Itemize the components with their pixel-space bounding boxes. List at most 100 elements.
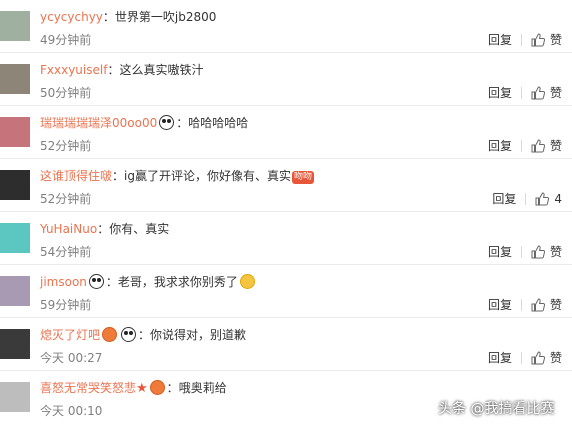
like-button[interactable]: 赞	[531, 31, 562, 48]
avatar[interactable]	[0, 64, 30, 94]
comment-actions: 回复 赞	[488, 31, 562, 48]
comment-user[interactable]: 熄灭了灯吧	[40, 328, 100, 342]
kiss-sticker-icon: 吻吻	[291, 171, 314, 184]
avatar[interactable]	[0, 382, 30, 412]
reply-button[interactable]: 回复	[488, 349, 512, 366]
comment-text: 熄灭了灯吧 ：你说得对，别道歉	[40, 327, 246, 343]
avatar[interactable]	[0, 329, 30, 359]
comment-actions: 回复 赞	[488, 243, 562, 260]
like-count: 赞	[549, 86, 562, 100]
action-divider	[525, 192, 527, 205]
reply-button[interactable]: 回复	[488, 296, 512, 313]
reply-button[interactable]: 回复	[488, 137, 512, 154]
reply-button[interactable]: 回复	[488, 31, 512, 48]
sweat-smile-emoji-icon	[239, 274, 255, 289]
like-button[interactable]: 赞	[531, 84, 562, 101]
comment-user[interactable]: 喜怒无常哭笑怒悲	[40, 381, 136, 395]
comment-content: 老哥，我求求你别秀了	[117, 275, 238, 289]
star-badge-icon: ★	[136, 381, 148, 396]
comment-actions: 回复 4	[492, 190, 562, 207]
like-count: 赞	[549, 245, 562, 259]
action-divider	[520, 139, 522, 152]
comment-time: 52分钟前	[40, 139, 92, 153]
watermark: 头条 @我搞看比赛	[438, 401, 555, 417]
reply-button[interactable]: 回复	[488, 243, 512, 260]
comment-text: ycycychyy：世界第一吹jb2800	[40, 9, 216, 25]
colon: ：	[176, 116, 189, 130]
comment-text: 喜怒无常哭笑怒悲★ ：哦奥莉给	[40, 380, 227, 397]
comment-time: 50分钟前	[40, 86, 92, 100]
thumbs-up-icon	[535, 191, 550, 205]
comment-item: jimsoon ：老哥，我求求你别秀了 59分钟前 回复 赞	[0, 265, 572, 318]
comment-text: Fxxxyuiself：这么真实嗷铁汁	[40, 62, 203, 78]
comment-content: 你说得对，别道歉	[150, 328, 247, 342]
like-count: 赞	[549, 33, 562, 47]
comment-actions: 回复 赞	[488, 84, 562, 101]
like-button[interactable]: 赞	[531, 243, 562, 260]
action-divider	[520, 86, 522, 99]
like-count: 4	[554, 191, 562, 206]
thumbs-up-icon	[531, 244, 545, 258]
panda-emoji-icon	[121, 327, 137, 342]
colon: ：	[102, 10, 115, 24]
comment-user[interactable]: 这谁顶得住啵	[40, 169, 112, 183]
panda-emoji-icon	[159, 115, 175, 130]
comment-user[interactable]: ycycychyy	[40, 10, 103, 24]
comment-time: 今天 00:27	[40, 351, 103, 365]
thumbs-up-icon	[531, 32, 545, 46]
action-divider	[520, 298, 522, 311]
comment-user[interactable]: 瑞瑞瑞瑞瑞泽00oo00	[40, 116, 157, 130]
avatar[interactable]	[0, 276, 30, 306]
like-button[interactable]: 4	[535, 192, 562, 206]
thumbs-up-icon	[531, 85, 545, 99]
comment-item: YuHaiNuo：你有、真实 54分钟前 回复 赞	[0, 212, 572, 265]
comment-user[interactable]: jimsoon	[40, 275, 87, 289]
comment-content: 这么真实嗷铁汁	[119, 63, 204, 77]
comment-item: 这谁顶得住啵：ig赢了开评论，你好像有、真实 吻吻 52分钟前 回复 4	[0, 159, 572, 212]
like-count: 赞	[549, 298, 562, 312]
comment-actions: 回复 赞	[488, 349, 562, 366]
comment-list: ycycychyy：世界第一吹jb2800 49分钟前 回复 赞 Fxxxyui…	[0, 0, 572, 424]
colon: ：	[112, 169, 125, 183]
comment-item: 熄灭了灯吧 ：你说得对，别道歉 今天 00:27 回复 赞	[0, 318, 572, 371]
colon: ：	[138, 328, 151, 342]
comment-text: 这谁顶得住啵：ig赢了开评论，你好像有、真实 吻吻	[40, 168, 314, 184]
reply-button[interactable]: 回复	[492, 190, 516, 207]
like-count: 赞	[549, 139, 562, 153]
avatar[interactable]	[0, 117, 30, 147]
comment-content: 哈哈哈哈哈	[188, 116, 249, 130]
panda-emoji-icon	[88, 274, 104, 289]
comment-time: 52分钟前	[40, 192, 92, 206]
comment-content: 你有、真实	[109, 222, 170, 236]
colon: ：	[105, 275, 118, 289]
comment-time: 54分钟前	[40, 245, 92, 259]
avatar[interactable]	[0, 11, 30, 41]
comment-user[interactable]: YuHaiNuo	[40, 222, 97, 236]
comment-user[interactable]: Fxxxyuiself	[40, 63, 107, 77]
love-face-emoji-icon	[149, 380, 165, 395]
comment-content: 哦奥莉给	[178, 381, 227, 395]
action-divider	[520, 351, 522, 364]
comment-item: Fxxxyuiself：这么真实嗷铁汁 50分钟前 回复 赞	[0, 53, 572, 106]
comment-item: 瑞瑞瑞瑞瑞泽00oo00 ：哈哈哈哈哈 52分钟前 回复 赞	[0, 106, 572, 159]
colon: ：	[107, 63, 120, 77]
comment-text: YuHaiNuo：你有、真实	[40, 221, 169, 237]
reply-button[interactable]: 回复	[488, 84, 512, 101]
avatar[interactable]	[0, 223, 30, 253]
thumbs-up-icon	[531, 138, 545, 152]
comment-text: jimsoon ：老哥，我求求你别秀了	[40, 274, 257, 290]
colon: ：	[166, 381, 179, 395]
thumbs-up-icon	[531, 350, 545, 364]
comment-time: 49分钟前	[40, 33, 92, 47]
action-divider	[520, 245, 522, 258]
comment-content: 世界第一吹jb2800	[114, 10, 217, 24]
comment-actions: 回复 赞	[488, 296, 562, 313]
thumbs-up-icon	[531, 297, 545, 311]
comment-time: 今天 00:10	[40, 404, 103, 418]
avatar[interactable]	[0, 170, 30, 200]
like-button[interactable]: 赞	[531, 349, 562, 366]
like-button[interactable]: 赞	[531, 296, 562, 313]
comment-text: 瑞瑞瑞瑞瑞泽00oo00 ：哈哈哈哈哈	[40, 115, 248, 131]
like-button[interactable]: 赞	[531, 137, 562, 154]
comment-actions: 回复 赞	[488, 137, 562, 154]
